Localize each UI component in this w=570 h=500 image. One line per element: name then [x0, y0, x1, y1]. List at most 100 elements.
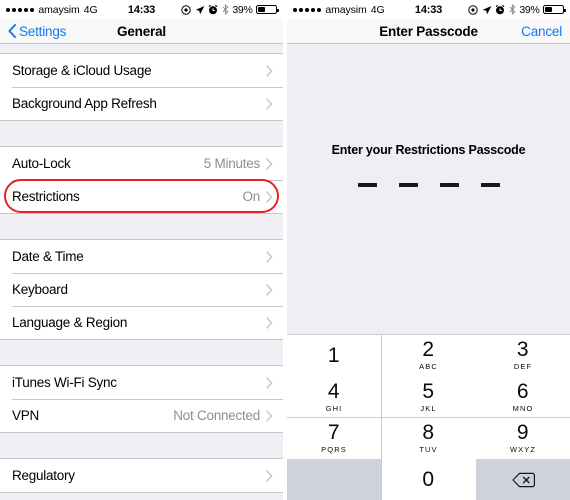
keypad-key-8[interactable]: 8 TUV [381, 417, 476, 459]
alarm-clock-icon [495, 4, 505, 15]
settings-row-background-app-refresh[interactable]: Background App Refresh [0, 87, 283, 120]
key-digit: 7 [327, 421, 341, 445]
key-digit: 1 [327, 343, 341, 367]
key-digit: 2 [422, 338, 435, 362]
row-label: Keyboard [12, 282, 68, 297]
chevron-right-icon [266, 283, 273, 296]
settings-row-restrictions[interactable]: Restrictions On [0, 178, 283, 213]
key-letters: DEF [513, 362, 533, 372]
list-spacer [0, 44, 283, 53]
passcode-slot [439, 183, 459, 187]
battery-icon [256, 4, 279, 15]
keypad-key-5[interactable]: 5 JKL [381, 376, 476, 418]
navigation-arrow-icon [482, 5, 492, 15]
passcode-slots [357, 183, 500, 187]
navigation-bar-left: Settings General [0, 19, 283, 44]
settings-row-language-region[interactable]: Language & Region [0, 306, 283, 339]
chevron-right-icon [266, 316, 273, 329]
settings-row-storage-icloud-usage[interactable]: Storage & iCloud Usage [0, 54, 283, 87]
list-spacer [0, 433, 283, 458]
keypad-key-2[interactable]: 2 ABC [381, 335, 476, 376]
keypad-key-1[interactable]: 1 [287, 335, 381, 376]
key-letters: JKL [420, 403, 437, 413]
numeric-keypad[interactable]: 1 2 ABC 3 DEF 4 GHI 5 JKL 6 MNO 7 PQRS 8… [287, 334, 570, 500]
row-label: Background App Refresh [12, 96, 157, 111]
row-label: Regulatory [12, 468, 75, 483]
key-digit: 8 [422, 421, 435, 445]
chevron-right-icon [266, 469, 273, 482]
keypad-key-3[interactable]: 3 DEF [476, 335, 570, 376]
row-label: Storage & iCloud Usage [12, 63, 152, 78]
chevron-right-icon [266, 376, 273, 389]
keypad-key-4[interactable]: 4 GHI [287, 376, 381, 418]
row-label: Restrictions [12, 189, 80, 204]
navigation-arrow-icon [195, 5, 205, 15]
list-spacer [0, 214, 283, 239]
row-label: VPN [12, 408, 40, 423]
settings-row-regulatory[interactable]: Regulatory [0, 459, 283, 492]
settings-group-1: Storage & iCloud Usage Background App Re… [0, 53, 283, 121]
dual-screenshot-container: amaysim 4G 14:33 39% Settings General St… [0, 0, 570, 500]
settings-group-4: iTunes Wi-Fi Sync VPN Not Connected [0, 365, 283, 433]
keypad-key-blank [287, 459, 381, 500]
settings-list[interactable]: Storage & iCloud Usage Background App Re… [0, 44, 283, 500]
row-label: Date & Time [12, 249, 84, 264]
key-digit: 4 [327, 379, 341, 403]
passcode-body: Enter your Restrictions Passcode 1 2 ABC [287, 44, 570, 500]
backspace-icon [511, 472, 535, 488]
back-button-label: Settings [19, 23, 67, 39]
passcode-slot [357, 183, 377, 187]
row-label: Language & Region [12, 315, 128, 330]
battery-percentage: 39% [519, 3, 540, 16]
row-value: On [242, 189, 260, 204]
key-digit: 3 [516, 338, 530, 362]
key-letters: WXYZ [509, 445, 537, 455]
keypad-key-7[interactable]: 7 PQRS [287, 417, 381, 459]
key-letters: MNO [512, 403, 534, 413]
battery-icon [543, 4, 566, 15]
key-letters: ABC [419, 362, 438, 372]
right-phone-screen: amaysim 4G 14:33 39% Enter Passcode Canc… [287, 0, 570, 500]
settings-row-auto-lock[interactable]: Auto-Lock 5 Minutes [0, 147, 283, 180]
chevron-right-icon [266, 409, 273, 422]
battery-percentage: 39% [232, 3, 253, 16]
row-label: iTunes Wi-Fi Sync [12, 375, 117, 390]
location-services-icon [181, 4, 192, 15]
passcode-slot [398, 183, 418, 187]
key-digit: 6 [516, 379, 530, 403]
passcode-prompt-text: Enter your Restrictions Passcode [331, 143, 526, 157]
settings-row-itunes-wifi-sync[interactable]: iTunes Wi-Fi Sync [0, 366, 283, 399]
key-letters: TUV [419, 445, 438, 455]
location-services-icon [468, 4, 479, 15]
row-value: Not Connected [173, 408, 260, 423]
navigation-bar-right: Enter Passcode Cancel [287, 19, 570, 44]
keypad-key-0[interactable]: 0 [381, 459, 476, 500]
keypad-key-delete[interactable] [476, 459, 570, 500]
status-bar-right: amaysim 4G 14:33 39% [287, 0, 570, 19]
key-letters: PQRS [321, 445, 347, 455]
settings-row-date-time[interactable]: Date & Time [0, 240, 283, 273]
bluetooth-icon [222, 4, 229, 15]
settings-group-5: Regulatory [0, 458, 283, 493]
row-value: 5 Minutes [203, 156, 261, 171]
key-digit: 0 [422, 468, 435, 492]
bluetooth-icon [509, 4, 516, 15]
key-letters: GHI [325, 403, 343, 413]
settings-row-keyboard[interactable]: Keyboard [0, 273, 283, 306]
list-spacer [0, 121, 283, 146]
chevron-right-icon [266, 64, 273, 77]
list-spacer [0, 340, 283, 365]
left-phone-screen: amaysim 4G 14:33 39% Settings General St… [0, 0, 283, 500]
alarm-clock-icon [208, 4, 218, 15]
settings-group-2: Auto-Lock 5 Minutes Restrictions On [0, 146, 283, 214]
keypad-key-9[interactable]: 9 WXYZ [476, 417, 570, 459]
settings-row-vpn[interactable]: VPN Not Connected [0, 399, 283, 432]
keypad-key-6[interactable]: 6 MNO [476, 376, 570, 418]
back-button-settings[interactable]: Settings [8, 23, 67, 39]
status-bar-left: amaysim 4G 14:33 39% [0, 0, 283, 19]
chevron-right-icon [266, 190, 273, 203]
settings-group-3: Date & Time Keyboard Language & Region [0, 239, 283, 340]
chevron-right-icon [266, 250, 273, 263]
cancel-button[interactable]: Cancel [521, 24, 562, 39]
key-digit: 9 [516, 421, 530, 445]
